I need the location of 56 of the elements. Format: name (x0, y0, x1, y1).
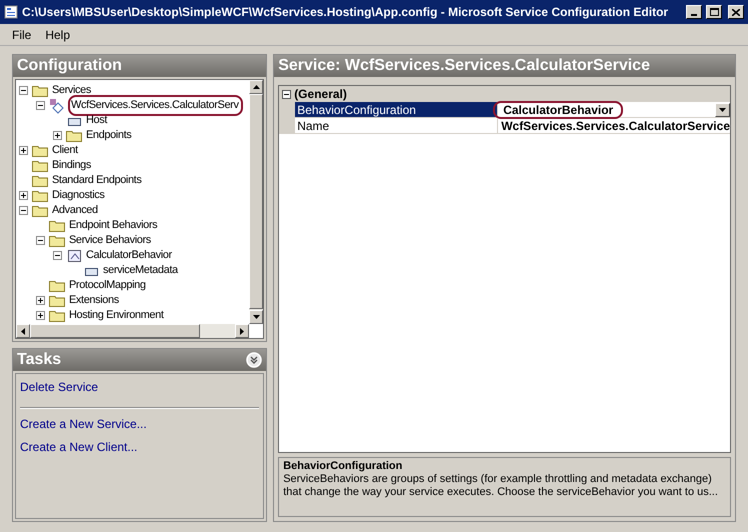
property-name[interactable]: BehaviorConfiguration (295, 102, 498, 117)
task-link[interactable]: Create a New Service... (20, 415, 260, 438)
tree-item[interactable]: serviceMetadata (102, 262, 179, 279)
panel-title: Tasks (17, 350, 62, 370)
down-arrow-icon[interactable] (252, 315, 260, 319)
left-arrow-icon[interactable] (21, 328, 25, 334)
behavior-icon (66, 248, 82, 264)
caret-icon (719, 108, 726, 112)
tree-item[interactable]: Diagnostics (51, 187, 106, 204)
tree-item[interactable]: ProtocolMapping (68, 277, 147, 294)
menu-item[interactable]: Help (45, 26, 70, 44)
tree-item[interactable]: CalculatorBehavior (85, 247, 173, 264)
description-text: ServiceBehaviors are groups of settings (for example throttling and metadata exchange) that change the way your service executes. Choose the serviceBehavior you want to us... (283, 473, 719, 499)
right-arrow-icon[interactable] (240, 328, 244, 334)
expand-icon[interactable] (36, 311, 45, 320)
collapse-icon[interactable] (19, 206, 28, 215)
tree-item[interactable]: Advanced (51, 202, 99, 219)
collapse-icon[interactable] (36, 236, 45, 245)
tree-item[interactable]: Client (51, 142, 79, 159)
tree-item[interactable]: Bindings (51, 157, 92, 174)
expand-icon[interactable] (19, 191, 28, 200)
collapse-icon[interactable] (53, 251, 62, 260)
service-icon (49, 98, 65, 114)
expand-icon[interactable] (19, 146, 28, 155)
window-title: C:\Users\MBSUser\Desktop\SimpleWCF\WcfServices.Hosting\App.config - Microsoft Service Configuration Editor (22, 4, 670, 21)
property-name[interactable]: Name (295, 118, 498, 133)
tree-item[interactable]: Endpoint Behaviors (68, 217, 158, 234)
collapse-icon[interactable] (19, 86, 28, 95)
tree-item[interactable]: WcfServices.Services.CalculatorServ (68, 95, 243, 116)
task-link[interactable]: Create a New Client... (20, 438, 260, 461)
tree-item[interactable]: Standard Endpoints (51, 172, 142, 189)
dropdown-button[interactable] (715, 102, 730, 116)
tree-item[interactable]: Endpoints (85, 127, 132, 144)
expand-icon[interactable] (53, 131, 62, 140)
vertical-scrollbar[interactable] (249, 80, 264, 324)
maximize-button[interactable] (706, 5, 722, 19)
expand-icon[interactable] (36, 296, 45, 305)
tree-item[interactable]: Service Behaviors (68, 232, 152, 249)
collapse-icon[interactable] (282, 90, 292, 98)
property-value: CalculatorBehavior (493, 100, 624, 118)
close-button[interactable] (728, 5, 744, 19)
category-label[interactable]: (General) (294, 85, 347, 103)
panel-title: Service: WcfServices.Services.CalculatorService (274, 55, 735, 77)
app-icon (4, 5, 18, 19)
menu-item[interactable]: File (12, 26, 32, 44)
collapse-icon[interactable] (36, 101, 45, 110)
close-icon (732, 8, 740, 16)
task-link[interactable]: Delete Service (20, 378, 260, 401)
minimize-button[interactable] (686, 5, 702, 19)
panel-title: Configuration (13, 55, 266, 77)
tree-item[interactable]: Extensions (68, 292, 120, 309)
property-value: WcfServices.Services.CalculatorService (501, 118, 730, 132)
horizontal-scrollbar[interactable] (16, 324, 250, 338)
up-arrow-icon[interactable] (252, 85, 260, 89)
description-title: BehaviorConfiguration (283, 460, 404, 473)
tree-item[interactable]: Hosting Environment (68, 307, 165, 324)
